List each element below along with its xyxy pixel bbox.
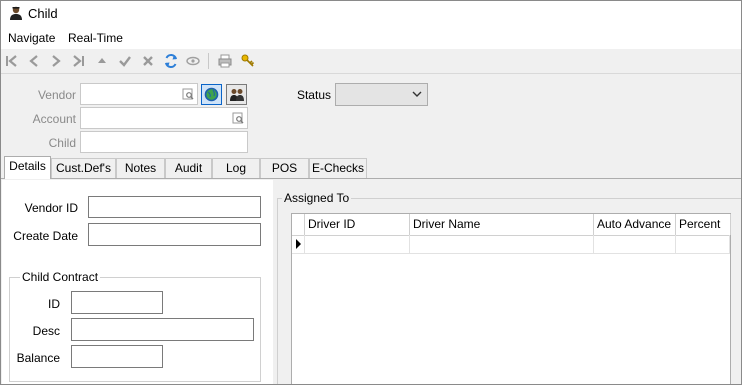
- account-label: Account: [32, 112, 76, 126]
- assigned-to-group: Assigned To Driver ID Driver Name Auto A…: [277, 191, 741, 384]
- next-record-icon[interactable]: [47, 52, 65, 70]
- create-date-field[interactable]: [88, 223, 261, 246]
- child-field[interactable]: [80, 131, 248, 153]
- person-icon: [10, 6, 22, 20]
- details-panel: Vendor ID Create Date Child Contract ID …: [1, 178, 741, 384]
- create-date-label: Create Date: [13, 229, 78, 243]
- tab-strip: Details Cust.Def's Notes Audit Log POS E…: [1, 156, 741, 179]
- contract-desc-field[interactable]: [71, 318, 254, 341]
- grid-corner-cell: [292, 214, 305, 235]
- assigned-grid[interactable]: Driver ID Driver Name Auto Advance Perce…: [291, 213, 731, 384]
- window-title: Child: [28, 6, 58, 21]
- title-bar: Child: [1, 1, 741, 27]
- row-indicator: [292, 235, 305, 254]
- vendor-id-label: Vendor ID: [24, 201, 78, 215]
- status-select[interactable]: [335, 83, 428, 106]
- save-check-icon[interactable]: [116, 52, 134, 70]
- lookup-icon[interactable]: [182, 88, 194, 100]
- tab-audit[interactable]: Audit: [165, 158, 212, 178]
- cell-driver-id[interactable]: [305, 235, 410, 254]
- col-auto-advance[interactable]: Auto Advance: [594, 214, 676, 235]
- cancel-x-icon[interactable]: [139, 52, 157, 70]
- vendor-id-field[interactable]: [88, 196, 261, 218]
- globe-icon: [204, 87, 219, 102]
- first-record-icon[interactable]: [3, 52, 21, 70]
- contract-desc-label: Desc: [32, 324, 60, 338]
- cell-driver-name[interactable]: [410, 235, 594, 254]
- header-panel: Vendor Account Child Status: [1, 74, 741, 156]
- previous-record-icon[interactable]: [25, 52, 43, 70]
- move-up-icon[interactable]: [93, 52, 111, 70]
- child-label: Child: [48, 136, 76, 150]
- tab-details[interactable]: Details: [4, 156, 51, 179]
- last-record-icon[interactable]: [69, 52, 87, 70]
- tab-pos[interactable]: POS: [260, 158, 309, 178]
- tab-e-checks[interactable]: E-Checks: [309, 158, 367, 178]
- refresh-icon[interactable]: [162, 52, 180, 70]
- print-icon[interactable]: [216, 52, 234, 70]
- toolbar: [1, 49, 741, 74]
- vendor-field[interactable]: [80, 83, 198, 105]
- contract-balance-field[interactable]: [71, 345, 163, 368]
- grid-header-row: Driver ID Driver Name Auto Advance Perce…: [292, 214, 731, 236]
- col-driver-name[interactable]: Driver Name: [410, 214, 594, 235]
- cell-auto-advance[interactable]: [594, 235, 676, 254]
- menu-bar: Navigate Real-Time: [1, 27, 741, 50]
- contract-id-label: ID: [48, 297, 60, 311]
- child-contract-group: Child Contract ID Desc Balance: [9, 270, 261, 382]
- col-percent[interactable]: Percent: [676, 214, 731, 235]
- vendor-web-button[interactable]: [201, 84, 222, 105]
- col-driver-id[interactable]: Driver ID: [305, 214, 410, 235]
- tab-log[interactable]: Log: [212, 158, 260, 178]
- contract-balance-label: Balance: [16, 351, 60, 365]
- child-window: Child Navigate Real-Time Vendor Account …: [0, 0, 742, 385]
- cell-percent[interactable]: [676, 235, 730, 254]
- current-row-arrow-icon: [296, 239, 301, 249]
- status-label: Status: [296, 88, 331, 102]
- assigned-to-title: Assigned To: [282, 191, 352, 205]
- vendor-label: Vendor: [37, 88, 76, 102]
- child-contract-title: Child Contract: [20, 270, 101, 284]
- tab-cust-defs[interactable]: Cust.Def's: [51, 158, 116, 178]
- contract-id-field[interactable]: [71, 291, 163, 314]
- toolbar-separator: [208, 53, 209, 69]
- chevron-down-icon: [412, 91, 422, 97]
- menu-navigate[interactable]: Navigate: [8, 31, 55, 45]
- view-icon[interactable]: [184, 52, 202, 70]
- account-field[interactable]: [80, 107, 248, 129]
- keys-icon[interactable]: [239, 52, 257, 70]
- tab-notes[interactable]: Notes: [116, 158, 165, 178]
- people-icon: [229, 89, 244, 101]
- details-left-panel: Vendor ID Create Date Child Contract ID …: [2, 180, 273, 384]
- menu-real-time[interactable]: Real-Time: [68, 31, 123, 45]
- lookup-icon[interactable]: [232, 112, 244, 124]
- table-row[interactable]: [292, 235, 730, 254]
- vendor-people-button[interactable]: [226, 84, 247, 105]
